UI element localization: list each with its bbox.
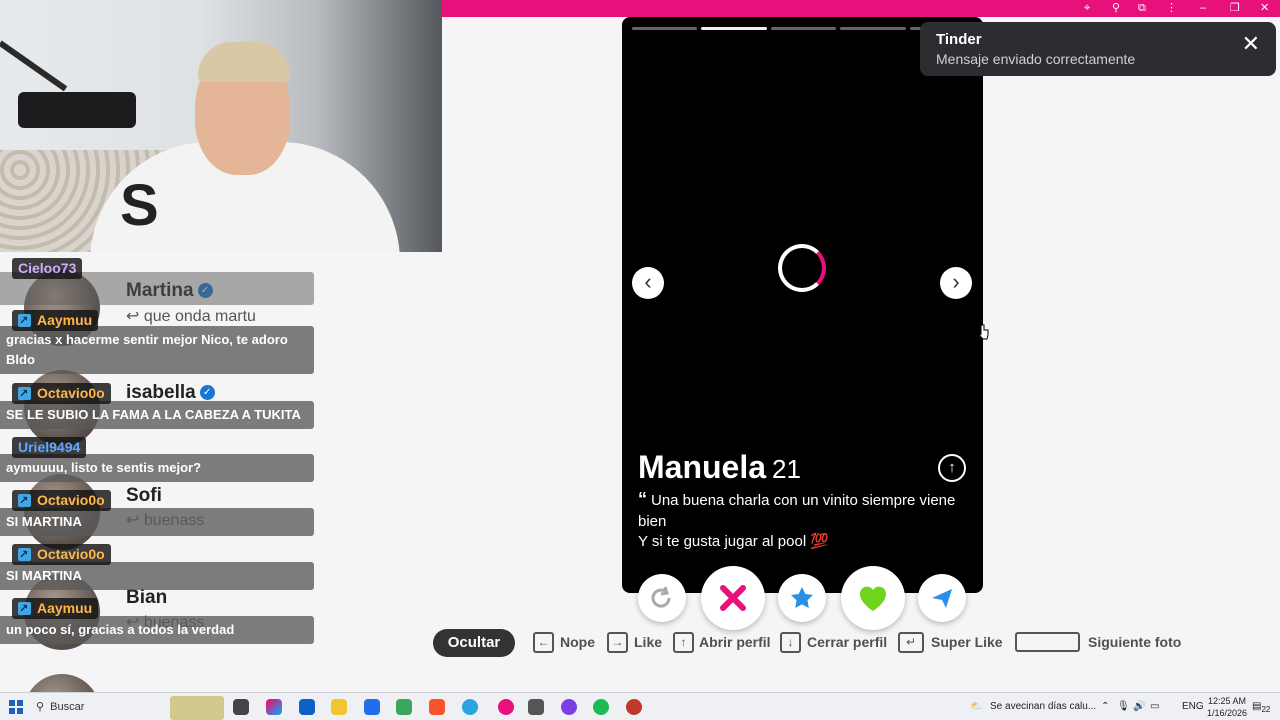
chat-message: SI MARTINA xyxy=(0,508,314,536)
right-arrow-key-icon: → xyxy=(607,632,628,653)
profile-card[interactable]: ‹ › Manuela 21 ↑ “Una buena charla con un… xyxy=(622,17,983,593)
chat-message: gracias x hacerme sentir mejor Nico, te … xyxy=(0,326,314,374)
like-button[interactable] xyxy=(841,566,905,630)
zoom-icon[interactable]: ⚲ xyxy=(1112,1,1120,16)
toast-title: Tinder xyxy=(936,31,982,48)
microphone-icon[interactable]: 🎙 xyxy=(1117,693,1130,720)
hand-cursor-icon xyxy=(979,324,989,340)
photo-progress-segment xyxy=(632,27,698,30)
weather-icon: ⛅ xyxy=(970,701,983,712)
loading-spinner-icon xyxy=(778,244,826,292)
chat-username: Octavio0o xyxy=(12,490,111,512)
sub-badge-icon xyxy=(18,545,31,566)
chat-username: Octavio0o xyxy=(12,383,111,405)
close-icon[interactable]: ✕ xyxy=(1260,1,1269,16)
super-like-button[interactable] xyxy=(778,574,826,622)
language-indicator[interactable]: ENG xyxy=(1182,693,1204,720)
avatar xyxy=(24,674,100,692)
toast-close-icon[interactable]: ✕ xyxy=(1242,33,1260,55)
file-explorer-icon[interactable] xyxy=(331,699,347,715)
enter-key-icon: ↵ xyxy=(898,632,924,653)
chat-message: aymuuuu, listo te sentis mejor? xyxy=(0,454,314,482)
app-icon[interactable] xyxy=(396,699,412,715)
extensions-icon[interactable]: ⧉ xyxy=(1138,1,1146,16)
left-arrow-key-icon: ← xyxy=(533,632,554,653)
verified-icon: ✓ xyxy=(199,385,215,401)
chat-username: Uriel9494 xyxy=(12,437,87,458)
tinder-app-icon[interactable] xyxy=(498,699,514,715)
chat-message: SE LE SUBIO LA FAMA A LA CABEZA A TUKITA xyxy=(0,401,314,429)
copilot-icon[interactable] xyxy=(266,699,282,715)
prev-photo-button[interactable]: ‹ xyxy=(632,267,664,299)
quote-icon: “ xyxy=(638,489,647,509)
chat-username: Octavio0o xyxy=(12,544,111,566)
weather-text[interactable]: Se avecinan días calu... xyxy=(990,693,1096,720)
keyboard-shortcuts-bar: Ocultar ← Nope → Like ↑ Abrir perfil ↓ C… xyxy=(0,626,1280,660)
nope-x-icon xyxy=(720,585,746,611)
rewind-button[interactable] xyxy=(638,574,686,622)
battery-icon[interactable]: ▭ xyxy=(1150,693,1159,720)
chat-username: Aaymuu xyxy=(12,598,99,620)
chat-username: Aaymuu xyxy=(12,310,99,332)
match-name[interactable]: Sofi xyxy=(126,485,162,507)
heart-icon xyxy=(859,586,887,611)
menu-dots-icon[interactable]: ⋮ xyxy=(1166,1,1177,16)
streamer: S xyxy=(90,22,400,252)
sub-badge-icon xyxy=(18,384,31,405)
match-reply: ↩ que onda martu xyxy=(126,308,256,325)
notifications-icon[interactable]: ▤22 xyxy=(1252,693,1270,720)
photo-progress-segment xyxy=(840,27,906,30)
clock[interactable]: 12:25 AM 1/16/2026 xyxy=(1207,695,1247,719)
tray-expand-icon[interactable]: ⌃ xyxy=(1101,693,1109,720)
nope-button[interactable] xyxy=(701,566,765,630)
shortcut-label-close-profile: Cerrar perfil xyxy=(807,634,888,650)
chat-username: Cieloo73 xyxy=(12,258,83,279)
space-key-icon xyxy=(1015,632,1080,652)
photo-progress-segment xyxy=(701,27,767,30)
windows-start-icon[interactable] xyxy=(9,700,23,714)
shortcut-label-nope: Nope xyxy=(560,634,595,650)
browser-topbar: ⌖ ⚲ ⧉ ⋮ – ❐ ✕ xyxy=(442,0,1280,17)
app-icon[interactable] xyxy=(626,699,642,715)
profile-name: Manuela 21 xyxy=(638,449,801,485)
open-profile-arrow-icon[interactable]: ↑ xyxy=(938,454,966,482)
shortcut-label-like: Like xyxy=(634,634,663,650)
outlook-icon[interactable] xyxy=(299,699,315,715)
app-icon[interactable] xyxy=(561,699,577,715)
rewind-icon xyxy=(651,586,671,608)
store-icon[interactable] xyxy=(364,699,380,715)
send-message-button[interactable] xyxy=(918,574,966,622)
photo-progress-segment xyxy=(770,27,837,30)
up-arrow-key-icon: ↑ xyxy=(673,632,694,653)
webcam-feed: S xyxy=(0,0,442,252)
shortcut-label-open-profile: Abrir perfil xyxy=(699,634,771,650)
toast-notification: Tinder Mensaje enviado correctamente ✕ xyxy=(920,22,1276,76)
brave-browser-icon[interactable] xyxy=(429,699,445,715)
toast-message: Mensaje enviado correctamente xyxy=(936,51,1136,67)
taskbar: ⚲ Buscar ⛅ Se avecinan días calu... ⌃ 🎙 … xyxy=(0,692,1280,720)
edge-browser-icon[interactable] xyxy=(462,699,478,715)
sub-badge-icon xyxy=(18,491,31,512)
spotify-icon[interactable] xyxy=(593,699,609,715)
hide-shortcuts-button[interactable]: Ocultar xyxy=(433,629,515,657)
app-icon[interactable] xyxy=(528,699,544,715)
send-icon xyxy=(932,589,952,608)
sub-badge-icon xyxy=(18,599,31,620)
task-view-icon[interactable] xyxy=(233,699,249,715)
location-icon[interactable]: ⌖ xyxy=(1084,1,1090,16)
chat-message: SI MARTINA xyxy=(0,562,314,590)
shortcut-label-super-like: Super Like xyxy=(931,634,1003,650)
profile-bio: “Una buena charla con un vinito siempre … xyxy=(638,489,956,550)
match-name[interactable]: Bian xyxy=(126,587,167,609)
star-icon xyxy=(791,587,813,608)
shortcut-label-next-photo: Siguiente foto xyxy=(1088,634,1182,650)
volume-icon[interactable]: 🔊 xyxy=(1133,693,1145,720)
profile-age: 21 xyxy=(772,454,801,484)
widget-image[interactable] xyxy=(170,696,224,720)
restore-icon[interactable]: ❐ xyxy=(1230,1,1240,16)
sub-badge-icon xyxy=(18,311,31,332)
next-photo-button[interactable]: › xyxy=(940,267,972,299)
minimize-icon[interactable]: – xyxy=(1200,1,1206,16)
down-arrow-key-icon: ↓ xyxy=(780,632,801,653)
